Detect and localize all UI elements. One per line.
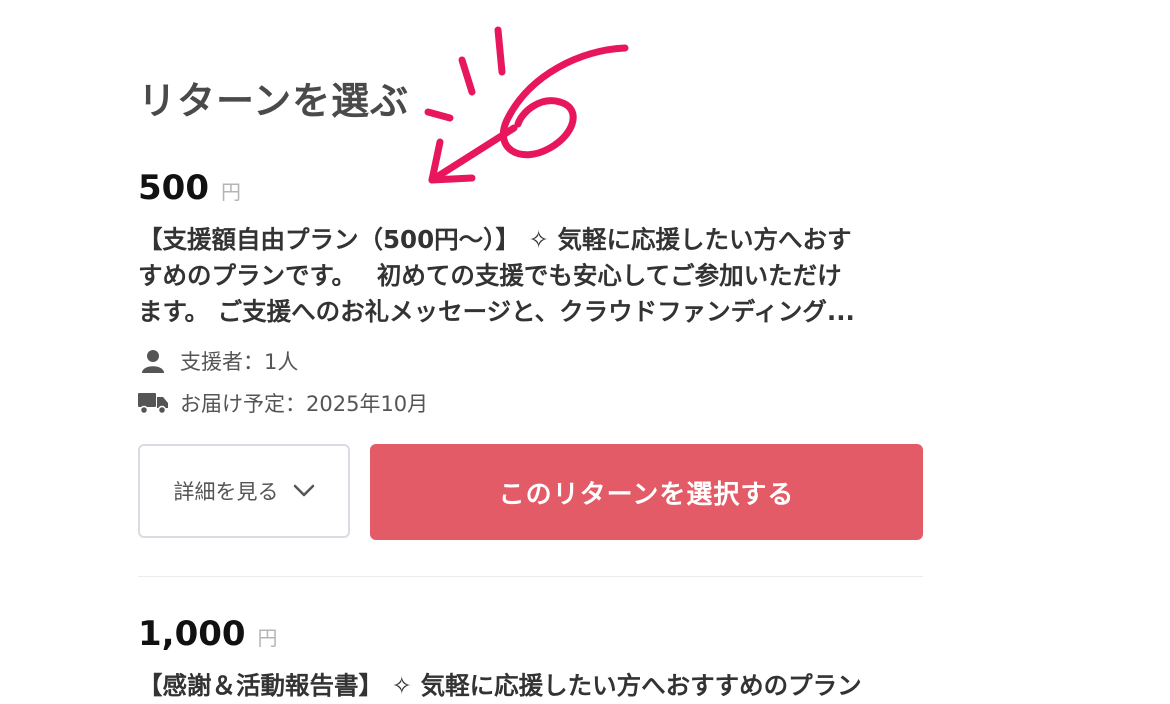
description-line: すめのプランです。 初めての支援でも安心してご参加いただけ — [138, 261, 842, 290]
details-button-label: 詳細を見る — [173, 480, 279, 504]
delivery-date: お届け予定：2025年10月 — [180, 392, 429, 416]
section-heading: リターンを選ぶ — [138, 79, 410, 123]
reward-price: 1,000 — [138, 614, 246, 654]
description-line: 【感謝＆活動報告書】 ✧ 気軽に応援したい方へおすすめのプラン — [138, 671, 862, 700]
divider — [138, 576, 923, 577]
chevron-down-icon — [293, 484, 315, 498]
select-reward-button[interactable]: このリターンを選択する — [370, 444, 923, 540]
reward-price-row: 1,000 円 — [138, 614, 278, 654]
details-button[interactable]: 詳細を見る — [138, 444, 350, 538]
description-line: ます。 ご支援へのお礼メッセージと、クラウドファンディング... — [138, 297, 855, 326]
hand-drawn-arrow-annotation — [424, 26, 629, 184]
delivery-info: お届け予定：2025年10月 — [138, 388, 428, 418]
price-unit: 円 — [220, 180, 241, 204]
reward-description: 【感謝＆活動報告書】 ✧ 気軽に応援したい方へおすすめのプラン — [138, 668, 928, 704]
description-line: 【支援額自由プラン（500円〜）】 ✧ 気軽に応援したい方へおす — [138, 225, 852, 254]
reward-price: 500 — [138, 168, 209, 208]
supporters-info: 支援者：1人 — [138, 346, 298, 376]
person-icon — [138, 349, 168, 373]
truck-icon — [138, 391, 168, 415]
supporters-count: 支援者：1人 — [180, 350, 299, 374]
reward-description: 【支援額自由プラン（500円〜）】 ✧ 気軽に応援したい方へおす すめのプランで… — [138, 222, 928, 330]
select-reward-button-label: このリターンを選択する — [498, 479, 795, 510]
reward-price-row: 500 円 — [138, 168, 241, 208]
price-unit: 円 — [257, 626, 278, 650]
